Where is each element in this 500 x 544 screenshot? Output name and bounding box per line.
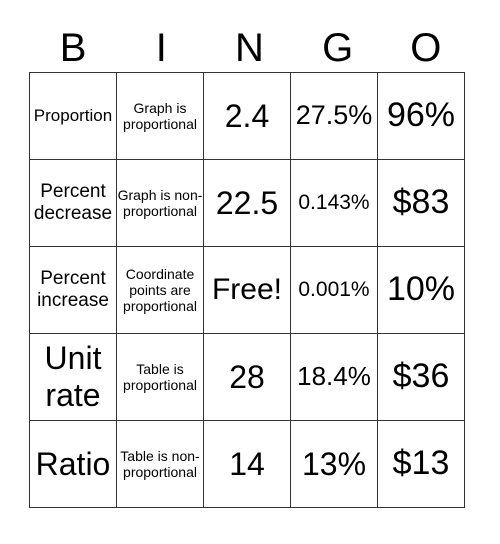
bingo-cell[interactable]: 0.001% (290, 246, 378, 334)
bingo-cell[interactable]: Percent decrease (29, 159, 117, 247)
bingo-row: Proportion Graph is proportional 2.4 27.5% 9… (29, 72, 465, 160)
bingo-row: Unit rate Table is proportional 28 18.4% $36 (29, 333, 465, 421)
bingo-cell[interactable]: 27.5% (290, 72, 378, 160)
bingo-cell[interactable]: 2.4 (203, 72, 291, 160)
bingo-cell[interactable]: Graph is proportional (116, 72, 204, 160)
bingo-cell[interactable]: Ratio (29, 420, 117, 508)
bingo-cell[interactable]: 28 (203, 333, 291, 421)
bingo-cell[interactable]: 0.143% (290, 159, 378, 247)
bingo-cell[interactable]: 18.4% (290, 333, 378, 421)
bingo-cell[interactable]: 13% (290, 420, 378, 508)
bingo-cell[interactable]: $36 (377, 333, 465, 421)
header-letter-i: I (155, 26, 167, 70)
bingo-cell[interactable]: Free! (203, 246, 291, 334)
bingo-cell[interactable]: 10% (377, 246, 465, 334)
bingo-header: B I N G O (29, 24, 470, 72)
bingo-row: Ratio Table is non-proportional 14 13% $13 (29, 420, 465, 508)
bingo-cell[interactable]: Percent increase (29, 246, 117, 334)
bingo-cell[interactable]: 96% (377, 72, 465, 160)
bingo-cell[interactable]: $83 (377, 159, 465, 247)
bingo-cell[interactable]: Table is proportional (116, 333, 204, 421)
bingo-cell[interactable]: Proportion (29, 72, 117, 160)
bingo-row: Percent increase Coordinate points are pr… (29, 246, 465, 334)
bingo-cell[interactable]: Table is non-proportional (116, 420, 204, 508)
header-letter-n: N (235, 26, 264, 70)
bingo-cell[interactable]: 14 (203, 420, 291, 508)
header-letter-g: G (322, 26, 354, 70)
header-letter-o: O (410, 26, 442, 70)
bingo-cell[interactable]: Unit rate (29, 333, 117, 421)
bingo-row: Percent decrease Graph is non-proportiona… (29, 159, 465, 247)
header-letter-b: B (59, 26, 87, 70)
bingo-cell[interactable]: $13 (377, 420, 465, 508)
bingo-cell[interactable]: 22.5 (203, 159, 291, 247)
bingo-cell[interactable]: Graph is non-proportional (116, 159, 204, 247)
bingo-cell[interactable]: Coordinate points are proportional (116, 246, 204, 334)
bingo-grid: Proportion Graph is proportional 2.4 27.5% 9… (29, 72, 465, 508)
